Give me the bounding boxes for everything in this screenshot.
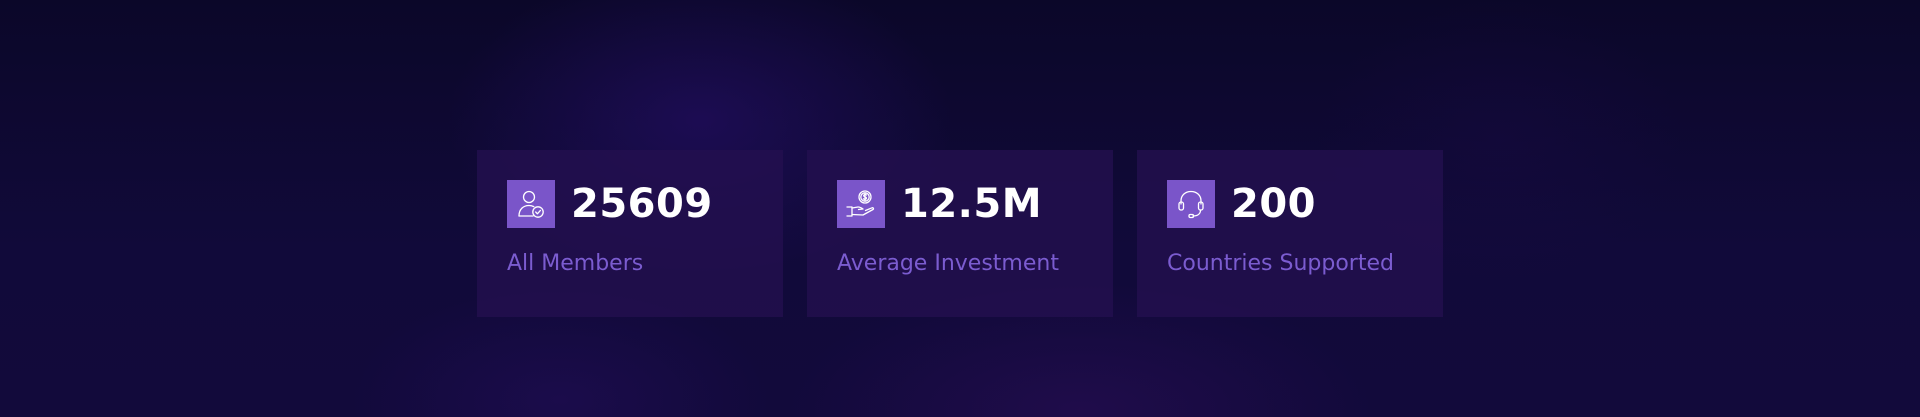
stat-card-header: 25609 <box>507 180 783 228</box>
member-verified-icon <box>507 180 555 228</box>
stat-label: All Members <box>507 251 644 276</box>
headset-support-icon <box>1167 180 1215 228</box>
stat-value: 25609 <box>571 181 713 227</box>
stat-value: 12.5M <box>901 181 1042 227</box>
stat-card-header: 200 <box>1167 180 1443 228</box>
stat-card-investment: 12.5M Average Investment <box>807 150 1113 317</box>
investment-hand-coin-icon <box>837 180 885 228</box>
stat-label: Average Investment <box>837 251 1059 276</box>
stat-card-header: 12.5M <box>837 180 1113 228</box>
stat-value: 200 <box>1231 181 1316 227</box>
stat-label: Countries Supported <box>1167 251 1394 276</box>
stats-row: 25609 All Members 12.5M Average Investme… <box>477 150 1443 317</box>
stat-card-members: 25609 All Members <box>477 150 783 317</box>
stat-card-countries: 200 Countries Supported <box>1137 150 1443 317</box>
